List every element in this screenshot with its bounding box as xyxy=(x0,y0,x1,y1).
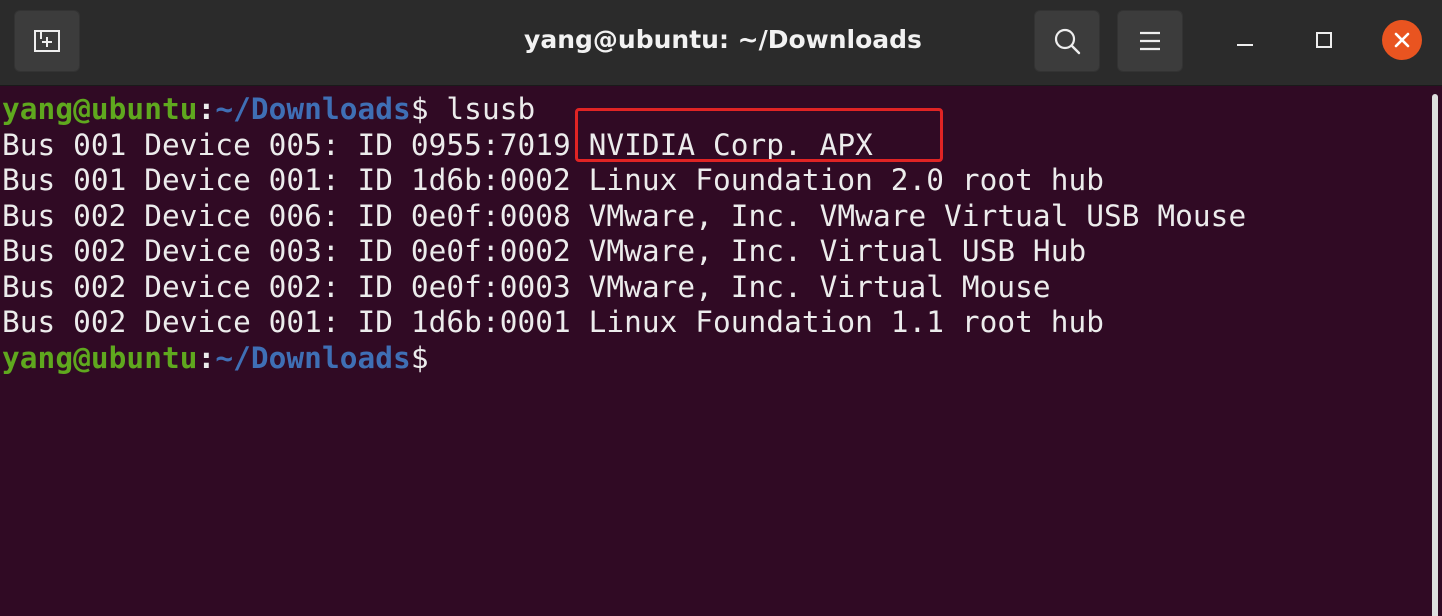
output-line: Bus 002 Device 002: ID 0e0f:0003 VMware,… xyxy=(2,270,1051,304)
prompt-path: ~/Downloads xyxy=(215,341,411,375)
prompt-dollar: $ xyxy=(410,92,429,126)
menu-button[interactable] xyxy=(1117,10,1183,72)
new-tab-button[interactable] xyxy=(14,10,80,72)
prompt-line: yang@ubuntu:~/Downloads$ xyxy=(2,340,429,376)
minimize-icon xyxy=(1237,44,1253,46)
terminal-window: yang@ubuntu: ~/Downloads yang@ubuntu:~/D… xyxy=(0,0,1442,616)
output-line: Bus 002 Device 006: ID 0e0f:0008 VMware,… xyxy=(2,199,1247,233)
header-bar: yang@ubuntu: ~/Downloads xyxy=(0,0,1442,86)
search-icon xyxy=(1054,28,1081,55)
maximize-icon xyxy=(1316,32,1332,48)
hamburger-menu-icon xyxy=(1140,31,1160,51)
prompt-colon: : xyxy=(197,341,216,375)
output-line: Bus 002 Device 003: ID 0e0f:0002 VMware,… xyxy=(2,234,1087,268)
output-line: Bus 002 Device 001: ID 1d6b:0001 Linux F… xyxy=(2,305,1105,339)
window-title: yang@ubuntu: ~/Downloads xyxy=(524,25,922,54)
search-button[interactable] xyxy=(1034,10,1100,72)
prompt-dollar: $ xyxy=(410,341,429,375)
highlight-annotation xyxy=(575,108,943,162)
command-line: yang@ubuntu:~/Downloads$ lsusb xyxy=(2,91,535,127)
close-button[interactable] xyxy=(1382,20,1422,60)
maximize-button[interactable] xyxy=(1304,20,1344,60)
prompt-colon: : xyxy=(197,92,216,126)
minimize-button[interactable] xyxy=(1225,20,1265,60)
new-tab-icon xyxy=(34,30,60,52)
output-line: Bus 001 Device 001: ID 1d6b:0002 Linux F… xyxy=(2,163,1105,197)
prompt-path: ~/Downloads xyxy=(215,92,411,126)
terminal-area[interactable]: yang@ubuntu:~/Downloads$ lsusb Bus 001 D… xyxy=(0,86,1428,616)
prompt-user-host: yang@ubuntu xyxy=(2,341,198,375)
scrollbar[interactable] xyxy=(1428,86,1442,616)
close-icon xyxy=(1394,32,1410,48)
prompt-user-host: yang@ubuntu xyxy=(2,92,198,126)
scrollbar-thumb[interactable] xyxy=(1432,94,1438,616)
command-text: lsusb xyxy=(428,92,536,126)
